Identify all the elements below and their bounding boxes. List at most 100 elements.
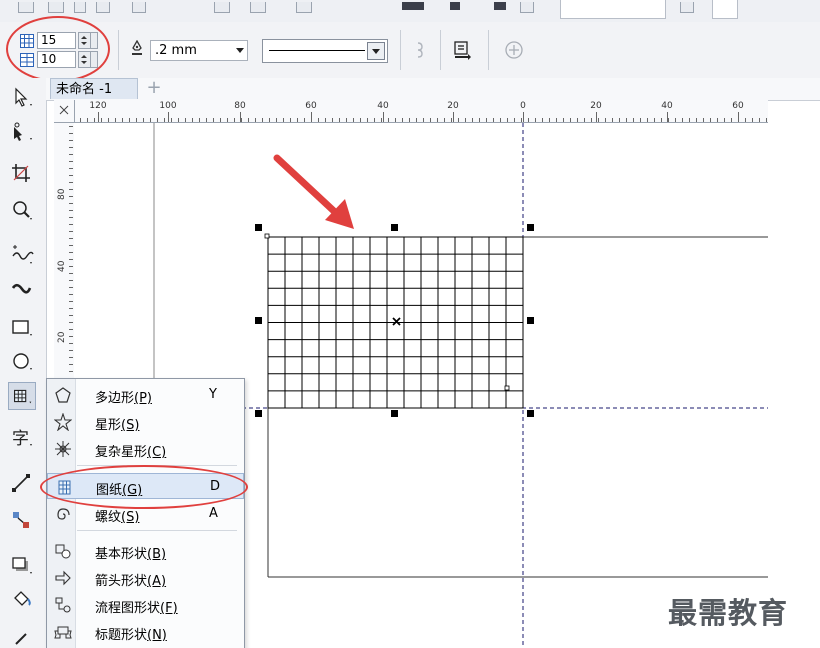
toolbar-icon[interactable] bbox=[214, 2, 230, 13]
selection-handle[interactable] bbox=[255, 224, 262, 231]
ruler-minor-tick bbox=[241, 118, 242, 122]
ruler-minor-tick bbox=[69, 182, 73, 183]
menu-item-polygon[interactable]: 多边形(P) Y bbox=[47, 382, 244, 408]
ruler-minor-tick bbox=[136, 118, 137, 122]
toolbar-icon[interactable] bbox=[250, 2, 266, 13]
menu-item-label: 多边形(P) bbox=[95, 387, 152, 406]
ruler-label: 80 bbox=[234, 101, 246, 111]
solid-line-preview bbox=[269, 50, 365, 51]
coreldraw-window: 15 10 .2 mm 字 未命名 -1 + 120 100 80 60 40 … bbox=[0, 0, 820, 648]
add-icon[interactable] bbox=[504, 40, 524, 60]
artistic-media-tool[interactable] bbox=[8, 276, 36, 304]
toolbar-icon[interactable] bbox=[450, 2, 460, 10]
ruler-minor-tick bbox=[192, 118, 193, 122]
ruler-minor-tick bbox=[514, 118, 515, 122]
menu-item-complex-star[interactable]: 复杂星形(C) bbox=[47, 436, 244, 462]
eyedropper-tool[interactable] bbox=[8, 624, 36, 648]
drop-shadow-tool[interactable] bbox=[8, 552, 36, 580]
line-style-dropdown-button[interactable] bbox=[367, 42, 385, 60]
ruler-minor-tick bbox=[220, 118, 221, 122]
ruler-origin[interactable] bbox=[54, 100, 75, 123]
text-wrap-icon[interactable] bbox=[410, 40, 430, 60]
selection-handle[interactable] bbox=[391, 410, 398, 417]
ruler-label: 60 bbox=[732, 101, 744, 111]
rectangle-tool[interactable] bbox=[8, 314, 36, 342]
complex-star-icon bbox=[55, 441, 71, 457]
crop-tool[interactable] bbox=[8, 160, 36, 188]
outline-width-select[interactable]: .2 mm bbox=[150, 40, 248, 61]
ruler-minor-tick bbox=[633, 118, 634, 122]
ruler-minor-tick bbox=[451, 118, 452, 122]
ruler-minor-tick bbox=[570, 118, 571, 122]
menu-item-mnemonic: (B) bbox=[147, 547, 167, 562]
align-distribute-icon[interactable] bbox=[452, 40, 472, 60]
toolbar-icon[interactable] bbox=[680, 2, 694, 13]
menu-item-label: 星形(S) bbox=[95, 414, 139, 433]
ruler-minor-tick bbox=[143, 118, 144, 122]
ruler-minor-tick bbox=[108, 118, 109, 122]
dimension-tool[interactable] bbox=[8, 506, 36, 534]
node-handle[interactable] bbox=[504, 385, 510, 391]
toolbar-icon[interactable] bbox=[74, 2, 86, 13]
crop-icon bbox=[12, 164, 30, 182]
menu-item-banner-shapes[interactable]: 标题形状(N) bbox=[47, 619, 244, 645]
menu-item-arrow-shapes[interactable]: 箭头形状(A) bbox=[47, 565, 244, 591]
toolbar-icon[interactable] bbox=[132, 2, 146, 13]
horizontal-ruler[interactable]: 120 100 80 60 40 20 0 20 40 60 bbox=[54, 100, 768, 123]
annotation-circle-grid-inputs bbox=[6, 16, 110, 82]
ruler-minor-tick bbox=[339, 118, 340, 122]
object-tool-graph-paper[interactable] bbox=[8, 382, 36, 410]
menu-item-basic-shapes[interactable]: 基本形状(B) bbox=[47, 538, 244, 564]
ruler-minor-tick bbox=[304, 118, 305, 122]
connector-icon bbox=[12, 474, 30, 492]
toolbar-icon[interactable] bbox=[520, 2, 534, 13]
text-tool[interactable]: 字 bbox=[8, 424, 36, 452]
tab-document[interactable]: 未命名 -1 bbox=[50, 78, 138, 99]
zoom-tool[interactable] bbox=[8, 196, 36, 224]
shape-tool[interactable] bbox=[8, 118, 36, 146]
selection-handle[interactable] bbox=[255, 410, 262, 417]
new-tab-plus-icon[interactable]: + bbox=[146, 79, 162, 97]
ruler-minor-tick bbox=[703, 118, 704, 122]
ruler-minor-tick bbox=[661, 118, 662, 122]
menu-item-mnemonic: (S) bbox=[121, 510, 140, 525]
menu-item-flowchart-shapes[interactable]: 流程图形状(F) bbox=[47, 592, 244, 618]
selection-handle[interactable] bbox=[527, 317, 534, 324]
line-style-select[interactable] bbox=[262, 39, 388, 63]
ruler-minor-tick bbox=[472, 118, 473, 122]
fill-tool[interactable] bbox=[8, 586, 36, 614]
menu-item-text: 流程图形状 bbox=[95, 601, 161, 616]
zoom-field[interactable] bbox=[560, 0, 666, 19]
ruler-minor-tick bbox=[69, 301, 73, 302]
freehand-tool[interactable] bbox=[8, 242, 36, 270]
pick-tool[interactable] bbox=[8, 84, 36, 112]
toolbar-divider bbox=[440, 30, 441, 70]
ruler-minor-tick bbox=[69, 364, 73, 365]
connector-tool[interactable] bbox=[8, 470, 36, 498]
toolbar-icon[interactable] bbox=[96, 2, 110, 13]
ruler-tick bbox=[383, 112, 384, 122]
menu-item-label: 流程图形状(F) bbox=[95, 597, 178, 616]
toolbar-icon[interactable] bbox=[18, 2, 34, 13]
ruler-minor-tick bbox=[69, 280, 73, 281]
selection-handle[interactable] bbox=[255, 317, 262, 324]
toolbar-field[interactable] bbox=[712, 0, 738, 19]
ruler-minor-tick bbox=[577, 118, 578, 122]
toolbar-icon[interactable] bbox=[296, 2, 312, 13]
ruler-minor-tick bbox=[69, 315, 73, 316]
selection-handle[interactable] bbox=[527, 224, 534, 231]
menu-item-star[interactable]: 星形(S) bbox=[47, 409, 244, 435]
ruler-minor-tick bbox=[178, 118, 179, 122]
selection-handle[interactable] bbox=[391, 224, 398, 231]
toolbar-icon[interactable] bbox=[48, 2, 64, 13]
ruler-minor-tick bbox=[752, 118, 753, 122]
ruler-minor-tick bbox=[269, 118, 270, 122]
selection-handle[interactable] bbox=[527, 410, 534, 417]
ruler-minor-tick bbox=[283, 118, 284, 122]
node-handle[interactable] bbox=[264, 233, 270, 239]
toolbar-icon[interactable] bbox=[494, 2, 506, 10]
toolbar-icon[interactable] bbox=[402, 2, 424, 10]
ruler-minor-tick bbox=[388, 118, 389, 122]
ruler-minor-tick bbox=[668, 118, 669, 122]
ellipse-tool[interactable] bbox=[8, 348, 36, 376]
